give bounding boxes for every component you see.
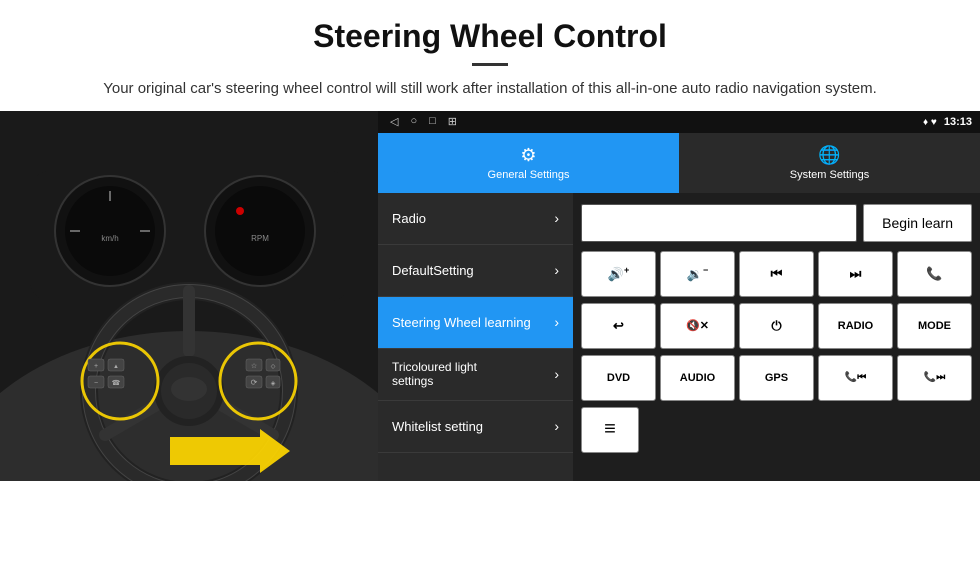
svg-text:☆: ☆ xyxy=(251,362,257,370)
page-title: Steering Wheel Control xyxy=(40,18,940,55)
recent-nav-icon[interactable]: □ xyxy=(429,115,436,128)
svg-text:−: − xyxy=(94,380,98,387)
android-ui: ◁ ○ □ ⊞ ♦ ♥ 13:13 ⚙ General Settings 🌐 S… xyxy=(378,111,980,481)
control-row-3: DVD AUDIO GPS 📞⏮ 📞⏭ xyxy=(581,355,972,401)
begin-learn-button[interactable]: Begin learn xyxy=(863,204,972,242)
menu-radio-arrow: › xyxy=(554,210,559,226)
key-input-box xyxy=(581,204,857,242)
content-area: km/h RPM xyxy=(0,111,980,481)
menu-radio-label: Radio xyxy=(392,211,426,226)
settings-main: Radio › DefaultSetting › Steering Wheel … xyxy=(378,193,980,481)
back-button[interactable]: ↩ xyxy=(581,303,656,349)
power-button[interactable]: ⏻ xyxy=(739,303,814,349)
tab-general[interactable]: ⚙ General Settings xyxy=(378,133,679,193)
mode-button[interactable]: MODE xyxy=(897,303,972,349)
menu-item-steering-wheel[interactable]: Steering Wheel learning › xyxy=(378,297,573,349)
power-icon: ⏻ xyxy=(771,318,781,334)
status-time: ♦ ♥ 13:13 xyxy=(923,116,972,128)
car-image: km/h RPM xyxy=(0,111,378,481)
bottom-row: ≡ xyxy=(581,407,972,453)
dvd-label: DVD xyxy=(607,372,630,384)
controls-panel: Begin learn 🔊+ 🔉− ⏮ ⏭ xyxy=(573,193,980,481)
svg-text:◈: ◈ xyxy=(271,381,276,387)
back-icon: ↩ xyxy=(613,318,624,334)
vol-up-icon: 🔊+ xyxy=(608,265,629,282)
svg-text:▲: ▲ xyxy=(113,364,119,370)
vol-down-button[interactable]: 🔉− xyxy=(660,251,735,297)
general-settings-label: General Settings xyxy=(488,169,570,181)
mute-button[interactable]: 🔇✕ xyxy=(660,303,735,349)
menu-default-label: DefaultSetting xyxy=(392,263,474,278)
whitelist-icon: ≡ xyxy=(604,418,616,441)
vol-down-icon: 🔉− xyxy=(687,265,708,282)
page-subtitle: Your original car's steering wheel contr… xyxy=(40,78,940,101)
home-nav-icon[interactable]: ○ xyxy=(410,115,417,128)
svg-text:+: + xyxy=(94,363,98,370)
menu-tricoloured-arrow: › xyxy=(554,366,559,382)
gps-button[interactable]: GPS xyxy=(739,355,814,401)
svg-text:km/h: km/h xyxy=(101,234,118,243)
control-row-2: ↩ 🔇✕ ⏻ RADIO MODE xyxy=(581,303,972,349)
tab-system[interactable]: 🌐 System Settings xyxy=(679,133,980,193)
control-row-1: 🔊+ 🔉− ⏮ ⏭ 📞 xyxy=(581,251,972,297)
mute-icon: 🔇✕ xyxy=(686,319,709,332)
menu-tricoloured-label: Tricoloured lightsettings xyxy=(392,360,477,388)
audio-label: AUDIO xyxy=(680,372,715,384)
system-settings-icon: 🌐 xyxy=(818,145,840,166)
system-settings-label: System Settings xyxy=(790,169,869,181)
menu-default-arrow: › xyxy=(554,262,559,278)
signal-icons: ♦ ♥ xyxy=(923,117,937,128)
settings-tabs: ⚙ General Settings 🌐 System Settings xyxy=(378,133,980,193)
audio-button[interactable]: AUDIO xyxy=(660,355,735,401)
call-prev-icon: 📞⏮ xyxy=(845,372,866,383)
radio-label: RADIO xyxy=(838,320,873,332)
svg-text:RPM: RPM xyxy=(251,234,269,243)
mode-label: MODE xyxy=(918,320,951,332)
call-prev-button[interactable]: 📞⏮ xyxy=(818,355,893,401)
page-header: Steering Wheel Control Your original car… xyxy=(0,0,980,111)
menu-item-radio[interactable]: Radio › xyxy=(378,193,573,245)
menu-item-tricoloured[interactable]: Tricoloured lightsettings › xyxy=(378,349,573,401)
next-track-icon: ⏭ xyxy=(850,266,862,282)
prev-track-button[interactable]: ⏮ xyxy=(739,251,814,297)
radio-button[interactable]: RADIO xyxy=(818,303,893,349)
menu-item-whitelist[interactable]: Whitelist setting › xyxy=(378,401,573,453)
call-button[interactable]: 📞 xyxy=(897,251,972,297)
call-next-icon: 📞⏭ xyxy=(924,372,945,383)
menu-steering-arrow: › xyxy=(554,314,559,330)
call-icon: 📞 xyxy=(926,266,942,282)
general-settings-icon: ⚙ xyxy=(520,145,536,166)
title-divider xyxy=(472,63,508,66)
svg-text:◇: ◇ xyxy=(271,364,276,370)
status-bar: ◁ ○ □ ⊞ ♦ ♥ 13:13 xyxy=(378,111,980,133)
prev-track-icon: ⏮ xyxy=(771,266,783,282)
menu-item-default-setting[interactable]: DefaultSetting › xyxy=(378,245,573,297)
menu-steering-label: Steering Wheel learning xyxy=(392,315,531,330)
svg-text:☎: ☎ xyxy=(112,379,121,387)
vol-up-button[interactable]: 🔊+ xyxy=(581,251,656,297)
back-nav-icon[interactable]: ◁ xyxy=(390,115,398,128)
menu-nav-icon[interactable]: ⊞ xyxy=(448,115,457,128)
gps-label: GPS xyxy=(765,372,788,384)
settings-menu: Radio › DefaultSetting › Steering Wheel … xyxy=(378,193,573,481)
menu-whitelist-arrow: › xyxy=(554,418,559,434)
svg-text:⟳: ⟳ xyxy=(251,378,258,387)
begin-learn-row: Begin learn xyxy=(581,201,972,245)
call-next-button[interactable]: 📞⏭ xyxy=(897,355,972,401)
whitelist-icon-button[interactable]: ≡ xyxy=(581,407,639,453)
menu-whitelist-label: Whitelist setting xyxy=(392,419,483,434)
dvd-button[interactable]: DVD xyxy=(581,355,656,401)
nav-icons: ◁ ○ □ ⊞ xyxy=(390,115,457,128)
next-track-button[interactable]: ⏭ xyxy=(818,251,893,297)
